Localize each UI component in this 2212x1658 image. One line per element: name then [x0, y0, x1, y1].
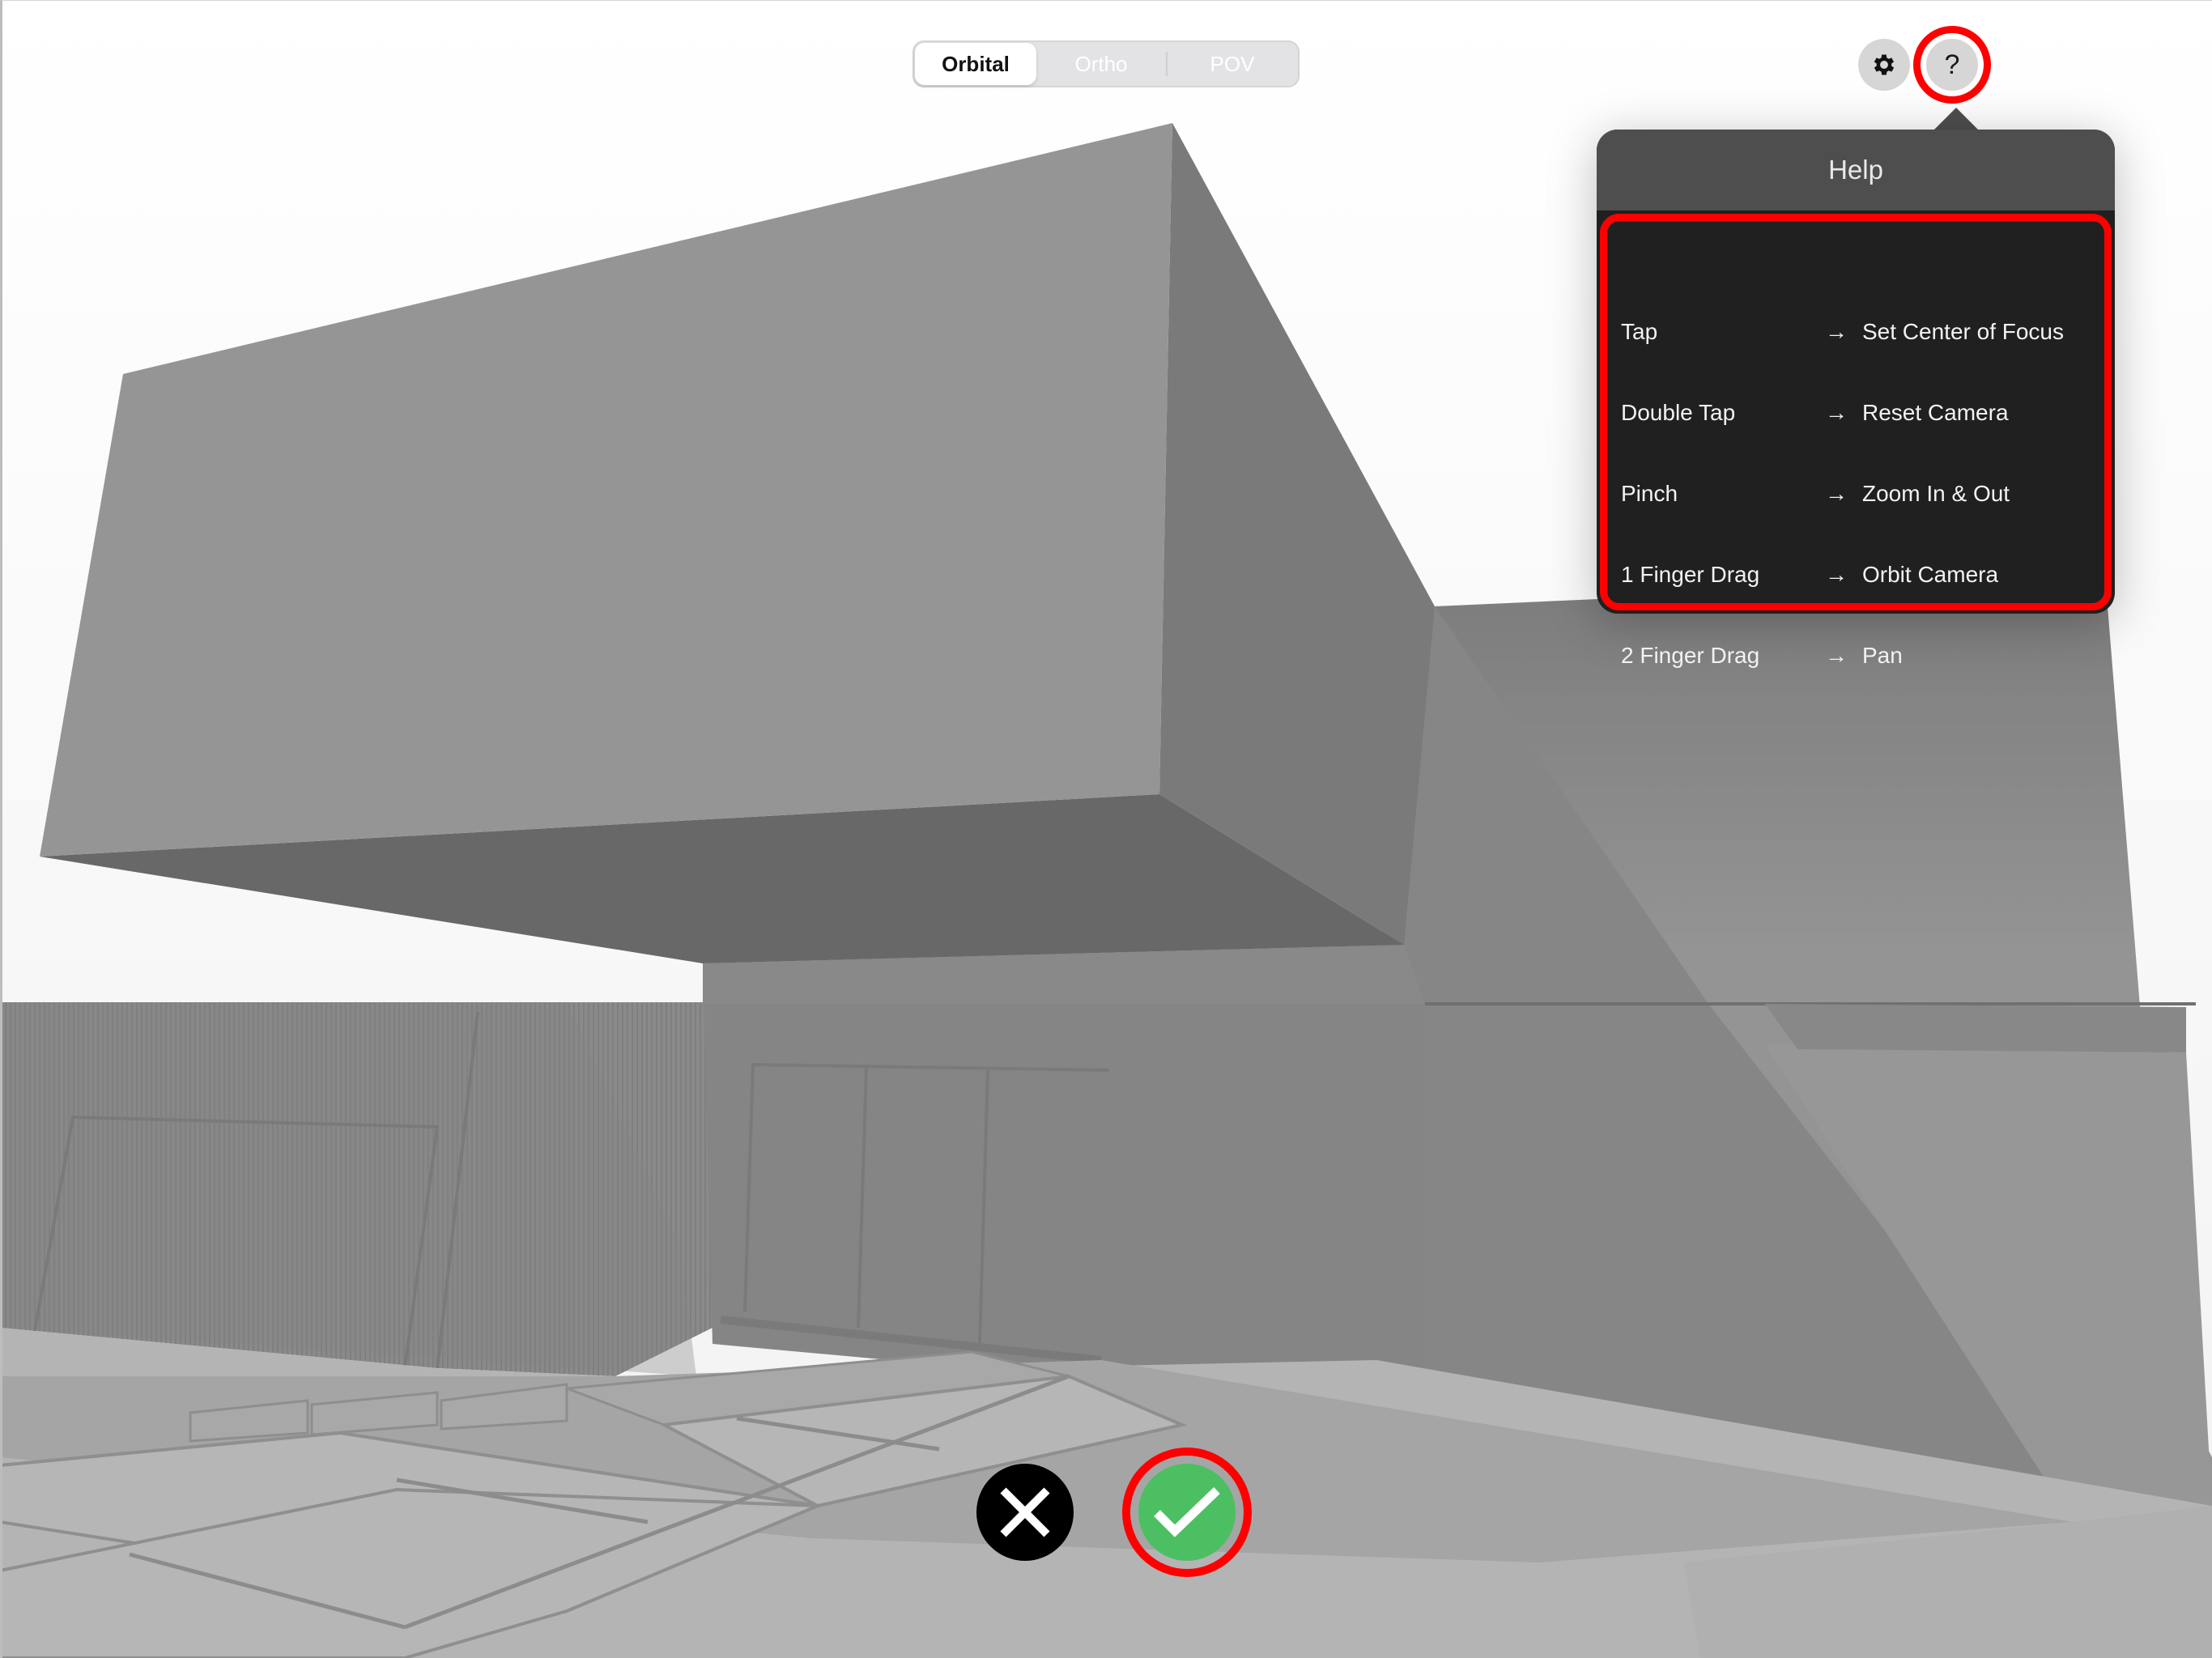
help-row: 2 Finger Drag → Pan — [1597, 631, 2115, 680]
arrow-right-icon: → — [1825, 481, 1848, 506]
gesture-label: 1 Finger Drag — [1621, 562, 1760, 587]
segment-ortho[interactable]: Ortho — [1036, 43, 1166, 85]
left-wall-shade — [0, 1002, 696, 1376]
gesture-label: Double Tap — [1621, 400, 1736, 425]
segment-pov[interactable]: POV — [1168, 43, 1297, 85]
popover-arrow — [1933, 108, 1979, 130]
help-popover: Help Tap → Set Center of Focus Double Ta… — [1597, 130, 2115, 668]
view-mode-segmented-control: Orbital Ortho POV — [912, 40, 1300, 87]
close-icon — [1000, 1487, 1050, 1537]
action-label: Set Center of Focus — [1862, 319, 2065, 344]
action-label: Reset Camera — [1862, 400, 2009, 425]
help-row: Double Tap → Reset Camera — [1597, 389, 2115, 437]
popover-title: Help — [1828, 155, 1883, 185]
ledge-band — [1765, 1004, 2186, 1052]
gesture-label: Pinch — [1621, 481, 1678, 506]
help-gesture-list: Tap → Set Center of Focus Double Tap → R… — [1597, 210, 2115, 668]
arrow-right-icon: → — [1825, 562, 1848, 587]
arrow-right-icon: → — [1825, 400, 1848, 425]
confirm-button[interactable] — [1138, 1464, 1236, 1561]
checkmark-icon — [1154, 1487, 1220, 1537]
cancel-button[interactable] — [976, 1464, 1074, 1561]
action-label: Pan — [1862, 643, 1903, 668]
help-row: 1 Finger Drag → Orbit Camera — [1597, 551, 2115, 599]
help-button[interactable]: ? — [1926, 39, 1978, 91]
gear-icon — [1874, 54, 1895, 75]
gesture-label: Tap — [1621, 319, 1658, 344]
arrow-right-icon: → — [1825, 643, 1848, 668]
segment-orbital[interactable]: Orbital — [915, 43, 1036, 85]
center-wall — [703, 945, 1425, 1409]
help-row: Pinch → Zoom In & Out — [1597, 470, 2115, 518]
question-mark-icon: ? — [1944, 49, 1960, 80]
action-label: Zoom In & Out — [1862, 481, 2010, 506]
settings-button[interactable] — [1858, 39, 1910, 91]
help-row: Tap → Set Center of Focus — [1597, 308, 2115, 356]
action-label: Orbit Camera — [1862, 562, 1999, 587]
gesture-label: 2 Finger Drag — [1621, 643, 1760, 668]
arrow-right-icon: → — [1825, 319, 1848, 344]
popover-header: Help — [1597, 130, 2115, 210]
